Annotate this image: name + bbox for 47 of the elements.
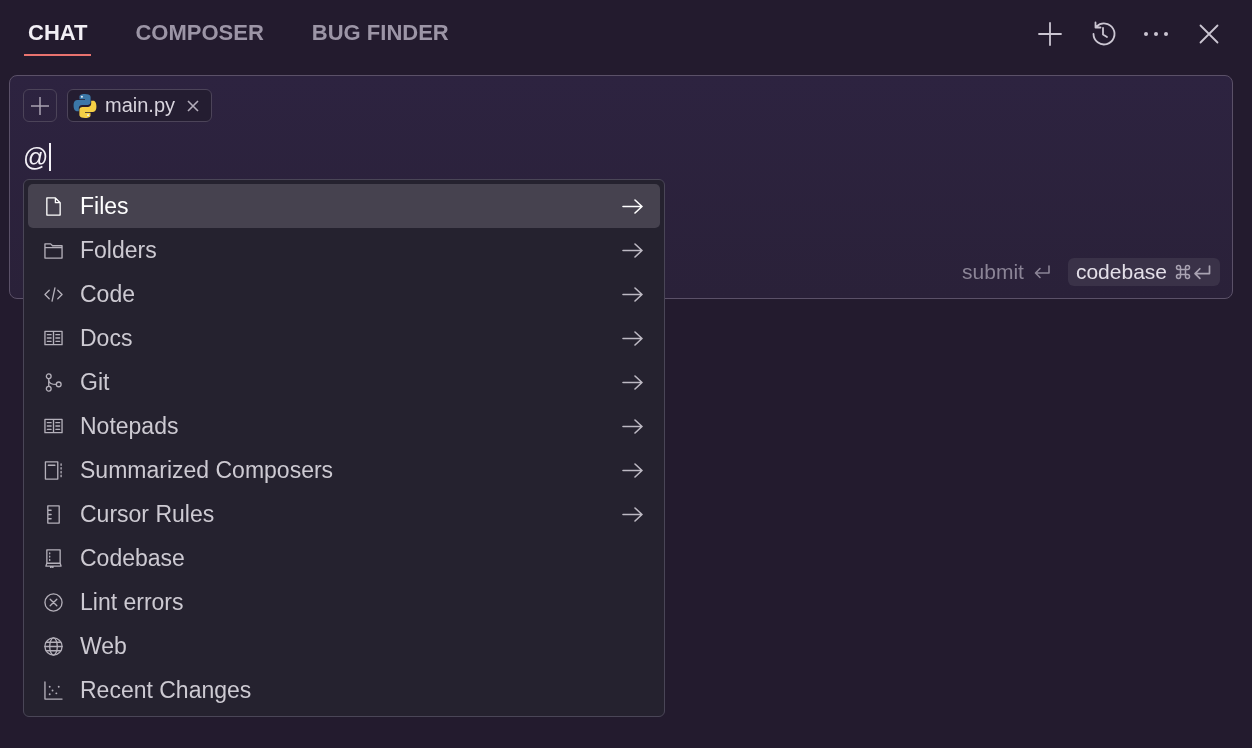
bookmark-book-icon <box>44 548 63 568</box>
tab[interactable]: CHAT <box>24 14 92 56</box>
error-circle-icon <box>44 592 63 612</box>
globe-icon <box>44 636 63 656</box>
arrow-right-icon <box>622 198 643 214</box>
arrow-right-icon <box>622 374 643 390</box>
notebook-icon <box>44 460 63 480</box>
branch-icon <box>44 372 63 392</box>
close-icon[interactable] <box>187 99 200 112</box>
menu-item[interactable]: Folders <box>28 228 660 272</box>
ruler-icon <box>44 504 63 524</box>
scatter-chart-icon <box>44 680 63 700</box>
command-key-icon <box>1175 264 1191 280</box>
python-logo-icon <box>73 93 97 118</box>
menu-item[interactable]: Lint errors <box>28 580 660 624</box>
menu-item[interactable]: Web <box>28 624 660 668</box>
book-icon <box>44 328 63 348</box>
tab[interactable]: COMPOSER <box>131 14 268 56</box>
arrow-right-icon <box>622 242 643 258</box>
file-chip[interactable]: main.py <box>67 89 213 122</box>
message-input[interactable]: @ <box>23 142 1220 172</box>
menu-item[interactable]: Files <box>28 184 660 228</box>
arrow-right-icon <box>622 286 643 302</box>
code-icon <box>44 284 63 304</box>
menu-item[interactable]: Codebase <box>28 536 660 580</box>
menu-item[interactable]: Docs <box>28 316 660 360</box>
menu-item[interactable]: Recent Changes <box>28 668 660 712</box>
file-name: main.py <box>105 94 176 117</box>
menu-item[interactable]: Code <box>28 272 660 316</box>
arrow-right-icon <box>622 462 643 478</box>
arrow-right-icon <box>622 418 643 434</box>
menu-item[interactable]: Notepads <box>28 404 660 448</box>
codebase-button[interactable]: codebase <box>1067 258 1220 286</box>
menu-item[interactable]: Summarized Composers <box>28 448 660 492</box>
book-icon <box>44 416 63 436</box>
menu-item[interactable]: Cursor Rules <box>28 492 660 536</box>
folder-icon <box>44 240 63 260</box>
enter-key-icon <box>1033 265 1050 279</box>
submit-button[interactable]: submit <box>962 260 1050 284</box>
plus-icon <box>31 96 49 115</box>
file-icon <box>44 196 63 216</box>
enter-key-icon <box>1193 264 1211 280</box>
arrow-right-icon <box>622 506 643 522</box>
add-context-button[interactable] <box>23 89 57 122</box>
tab[interactable]: BUG FINDER <box>307 14 453 56</box>
arrow-right-icon <box>622 330 643 346</box>
menu-item[interactable]: Git <box>28 360 660 404</box>
